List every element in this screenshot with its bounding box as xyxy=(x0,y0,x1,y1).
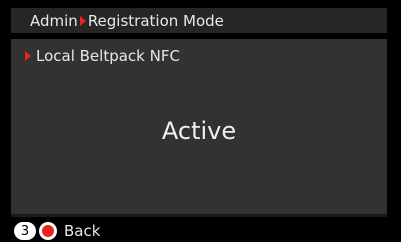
red-button-icon xyxy=(39,222,57,240)
breadcrumb-root: Admin xyxy=(30,11,78,30)
back-label: Back xyxy=(64,222,101,240)
breadcrumb-current: Registration Mode xyxy=(87,11,224,30)
menu-item-label: Local Beltpack NFC xyxy=(36,47,180,65)
footer-divider xyxy=(11,214,387,217)
breadcrumb: Admin Registration Mode xyxy=(11,8,387,33)
selection-arrow-icon xyxy=(25,51,31,61)
key-number-badge: 3 xyxy=(14,222,36,240)
content-panel: Local Beltpack NFC Active xyxy=(11,39,387,214)
status-value: Active xyxy=(161,117,237,145)
back-control[interactable]: 3 Back xyxy=(14,221,100,241)
device-screen: Admin Registration Mode Local Beltpack N… xyxy=(0,0,401,242)
triangle-right-icon xyxy=(79,15,86,26)
menu-item-local-beltpack-nfc[interactable]: Local Beltpack NFC xyxy=(25,47,180,65)
